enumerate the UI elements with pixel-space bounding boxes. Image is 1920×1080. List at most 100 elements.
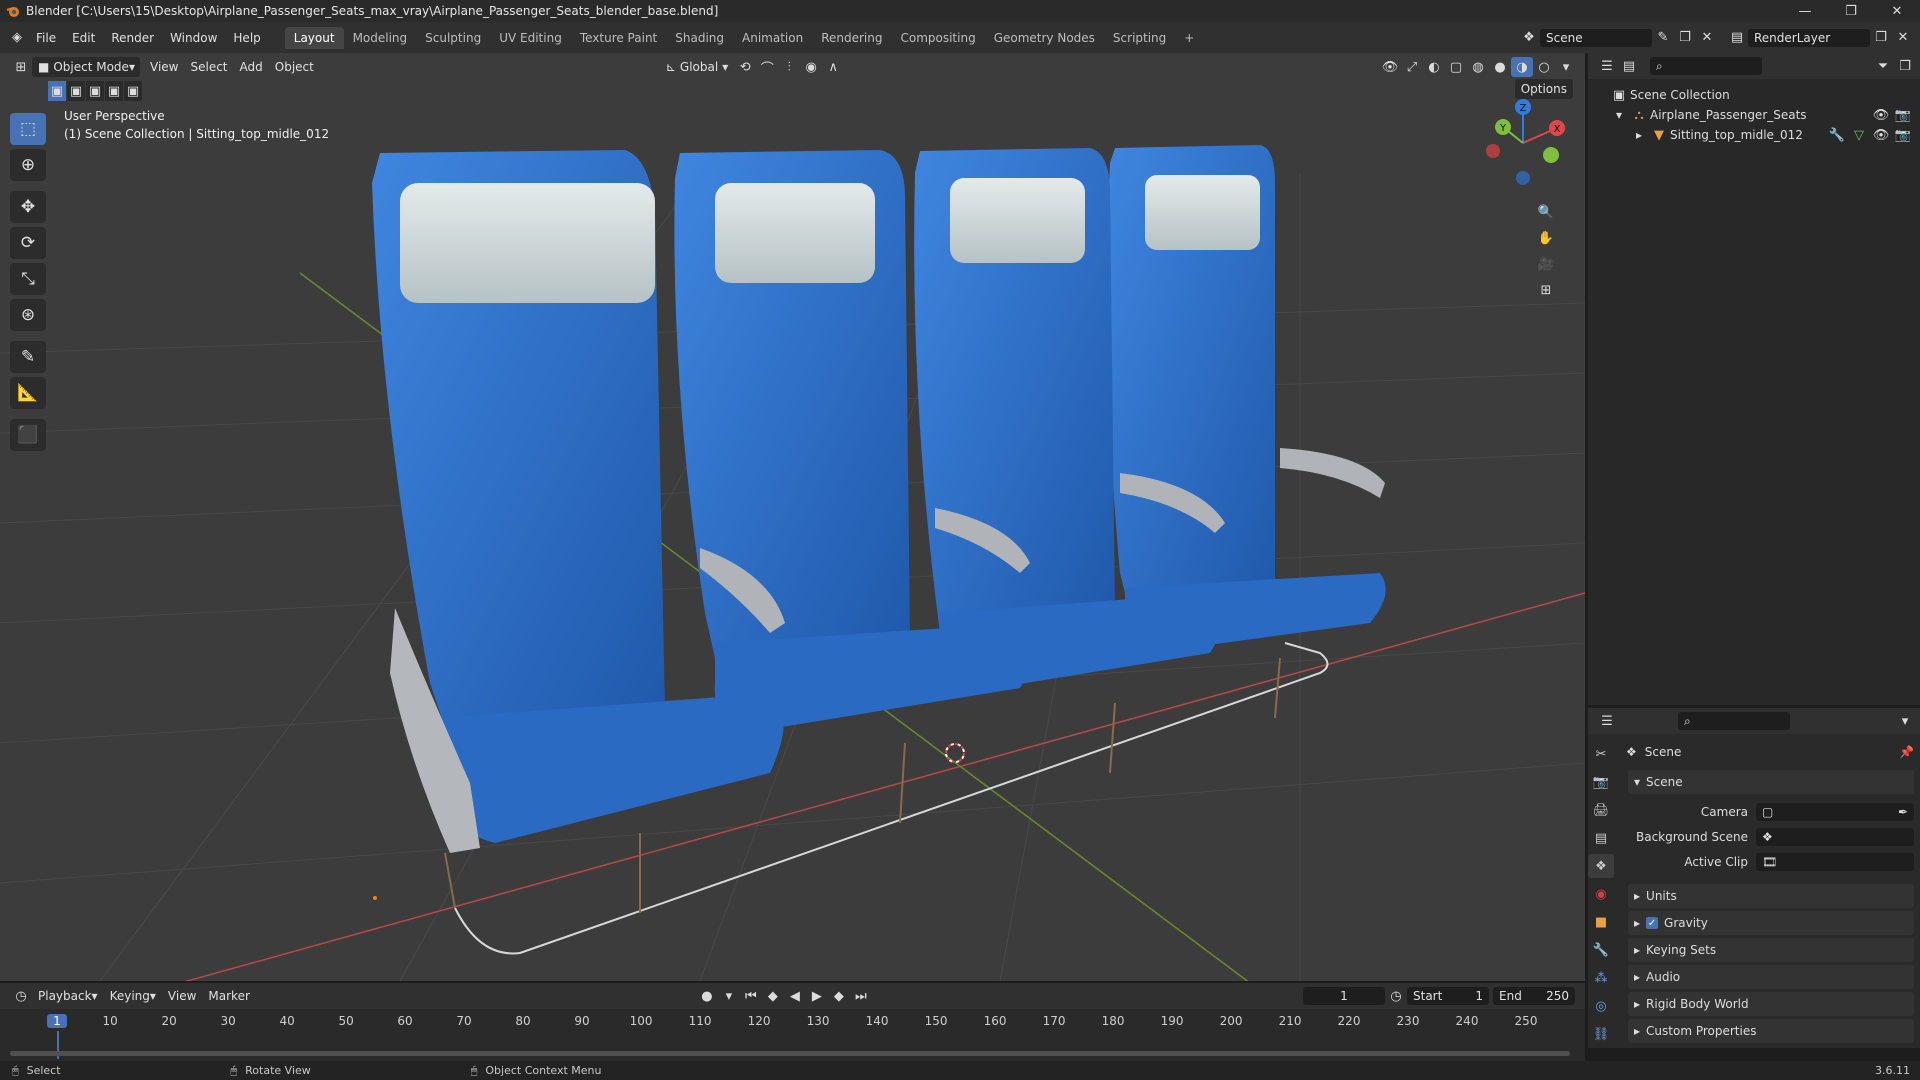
outliner-row-object[interactable]: ▸ ▼ Sitting_top_midle_012 🔧 ▽ 👁 📷 [1588, 125, 1920, 145]
keying-sets-panel[interactable]: ▸ Keying Sets [1628, 938, 1914, 962]
filter-icon[interactable]: ⏷ [1872, 56, 1894, 76]
units-panel[interactable]: ▸ Units [1628, 884, 1914, 908]
prev-keyframe-icon[interactable]: ◆ [762, 986, 784, 1006]
jump-start-icon[interactable]: ⏮ [740, 986, 762, 1006]
select-box-tool-icon[interactable]: ⬚ [10, 113, 46, 145]
menu-select[interactable]: Select [184, 57, 233, 77]
record-icon[interactable]: ● [696, 986, 718, 1006]
maximize-button[interactable]: ❐ [1828, 0, 1874, 22]
annotate-tool-icon[interactable]: ✎ [10, 341, 46, 373]
menu-help[interactable]: Help [225, 31, 268, 45]
menu-render[interactable]: Render [103, 31, 162, 45]
rigid-body-world-panel[interactable]: ▸ Rigid Body World [1628, 992, 1914, 1016]
new-collection-icon[interactable]: ❐ [1894, 56, 1916, 76]
select-extend-icon[interactable]: ▣ [67, 81, 85, 101]
falloff-icon[interactable]: ∧ [822, 57, 844, 77]
object-tab-icon[interactable]: ■ [1588, 910, 1614, 934]
outliner-editor-icon[interactable]: ☰ [1596, 56, 1618, 76]
pan-hand-icon[interactable]: ✋ [1535, 228, 1557, 248]
visibility-eye-icon[interactable]: 👁 [1870, 125, 1892, 145]
view-layer-selector[interactable]: RenderLayer [1748, 28, 1870, 47]
scale-tool-icon[interactable]: ⤡ [10, 263, 46, 295]
minimize-button[interactable]: — [1782, 0, 1828, 22]
menu-file[interactable]: File [28, 31, 64, 45]
tab-layout[interactable]: Layout [284, 26, 344, 49]
tool-tab-icon[interactable]: ✂ [1588, 742, 1614, 766]
play-reverse-icon[interactable]: ◀ [784, 986, 806, 1006]
expand-down-icon[interactable]: ▾ [1616, 108, 1628, 122]
overlay-toggle-icon[interactable]: ◐ [1423, 57, 1445, 77]
physics-tab-icon[interactable]: ◎ [1588, 994, 1614, 1018]
display-mode-icon[interactable]: ▤ [1618, 56, 1640, 76]
view-layer-icon[interactable]: ▤ [1726, 28, 1748, 48]
properties-search-input[interactable]: ⌕ [1678, 712, 1790, 730]
move-tool-icon[interactable]: ✥ [10, 191, 46, 223]
pin-icon[interactable]: 📌 [1899, 745, 1914, 759]
add-workspace-button[interactable]: + [1175, 27, 1203, 49]
shading-material-icon[interactable]: ◑ [1511, 57, 1533, 77]
menu-keying[interactable]: Keying ▾ [104, 986, 162, 1006]
camera-field[interactable]: ▢ ✒ [1756, 803, 1914, 821]
snap-target-icon[interactable]: ⫶ [778, 57, 800, 77]
visibility-eye-icon[interactable]: 👁 [1870, 105, 1892, 125]
scene-selector[interactable]: Scene [1540, 28, 1652, 47]
shading-rendered-icon[interactable]: ○ [1533, 57, 1555, 77]
gizmo-toggle-icon[interactable]: ⤢ [1401, 57, 1423, 77]
constraints-tab-icon[interactable]: ⛓ [1588, 1022, 1614, 1046]
frame-ruler[interactable]: 1 10 20 30 40 50 60 70 80 90 100 110 120 130 140 150 160… [0, 1011, 1585, 1059]
axis-gizmo[interactable]: Z X Y [1473, 93, 1573, 193]
tab-compositing[interactable]: Compositing [891, 27, 984, 49]
modifier-wrench-icon[interactable]: 🔧 [1826, 125, 1848, 145]
outliner-search-input[interactable]: ⌕ [1650, 57, 1762, 75]
end-frame-field[interactable]: End 250 [1493, 987, 1575, 1005]
gravity-panel[interactable]: ▸ ✓ Gravity [1628, 911, 1914, 935]
measure-tool-icon[interactable]: 📐 [10, 377, 46, 409]
menu-view[interactable]: View [144, 57, 184, 77]
menu-edit[interactable]: Edit [64, 31, 103, 45]
xray-icon[interactable]: ▢ [1445, 57, 1467, 77]
select-new-icon[interactable]: ▣ [48, 81, 66, 101]
pivot-point-icon[interactable]: ⟲ [734, 57, 756, 77]
menu-timeline-view[interactable]: View [162, 986, 202, 1006]
tab-rendering[interactable]: Rendering [812, 27, 891, 49]
background-scene-field[interactable]: ❖ [1756, 828, 1914, 846]
perspective-toggle-icon[interactable]: ⊞ [1535, 280, 1557, 300]
chevron-down-icon[interactable]: ▾ [1894, 711, 1916, 731]
add-cube-tool-icon[interactable]: ⬛ [10, 419, 46, 451]
scene-tab-icon[interactable]: ❖ [1588, 854, 1614, 878]
keying-menu-icon[interactable]: ▾ [718, 986, 740, 1006]
delete-scene-icon[interactable]: ✕ [1696, 28, 1718, 48]
clock-editor-icon[interactable]: ◷ [10, 986, 32, 1006]
next-keyframe-icon[interactable]: ◆ [828, 986, 850, 1006]
delete-view-layer-icon[interactable]: ✕ [1892, 28, 1914, 48]
rotate-tool-icon[interactable]: ⟳ [10, 227, 46, 259]
select-invert-icon[interactable]: ▣ [105, 81, 123, 101]
timeline-scrollbar[interactable] [10, 1051, 1570, 1056]
menu-marker[interactable]: Marker [202, 986, 255, 1006]
render-tab-icon[interactable]: 📷 [1588, 770, 1614, 794]
menu-window[interactable]: Window [162, 31, 225, 45]
custom-properties-panel[interactable]: ▸ Custom Properties [1628, 1019, 1914, 1043]
tab-animation[interactable]: Animation [733, 27, 812, 49]
start-frame-field[interactable]: Start 1 [1407, 987, 1489, 1005]
view-layer-tab-icon[interactable]: ▤ [1588, 826, 1614, 850]
play-icon[interactable]: ▶ [806, 986, 828, 1006]
tab-texture-paint[interactable]: Texture Paint [571, 27, 666, 49]
active-clip-field[interactable]: 🎞 [1756, 853, 1914, 871]
preview-range-icon[interactable]: ◷ [1385, 986, 1407, 1006]
tab-scripting[interactable]: Scripting [1104, 27, 1175, 49]
visibility-icon[interactable]: 👁 [1379, 57, 1401, 77]
editor-type-icon[interactable]: ⊞ [10, 57, 32, 77]
mesh-data-icon[interactable]: ▽ [1848, 125, 1870, 145]
render-camera-icon[interactable]: 📷 [1892, 105, 1914, 125]
tab-uv-editing[interactable]: UV Editing [490, 27, 571, 49]
particles-tab-icon[interactable]: ⁂ [1588, 966, 1614, 990]
menu-object[interactable]: Object [269, 57, 320, 77]
shading-solid-icon[interactable]: ● [1489, 57, 1511, 77]
close-button[interactable]: ✕ [1874, 0, 1920, 22]
properties-editor-icon[interactable]: ☰ [1596, 711, 1618, 731]
3d-viewport[interactable]: ⊞ ■ Object Mode ▾ View Select Add Object… [0, 53, 1585, 981]
audio-panel[interactable]: ▸ Audio [1628, 965, 1914, 989]
mode-selector[interactable]: ■ Object Mode ▾ [32, 57, 140, 77]
menu-add[interactable]: Add [234, 57, 269, 77]
